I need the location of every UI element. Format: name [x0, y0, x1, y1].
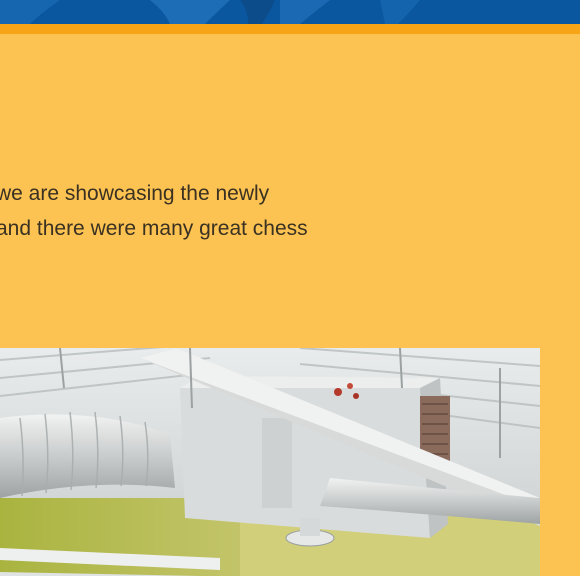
article-page: we are showcasing the newly and there we…: [0, 0, 580, 576]
header-wave-graphic: [0, 0, 580, 24]
header-accent-stripe: [0, 24, 580, 34]
article-text-line-2: and there were many great chess: [0, 217, 308, 240]
photo-illustration: [0, 348, 540, 576]
ceiling-ductwork-photo: [0, 348, 540, 576]
article-body-text: we are showcasing the newly and there we…: [0, 176, 556, 246]
article-text-line-1: we are showcasing the newly: [0, 182, 270, 205]
site-header-banner: [0, 0, 580, 24]
